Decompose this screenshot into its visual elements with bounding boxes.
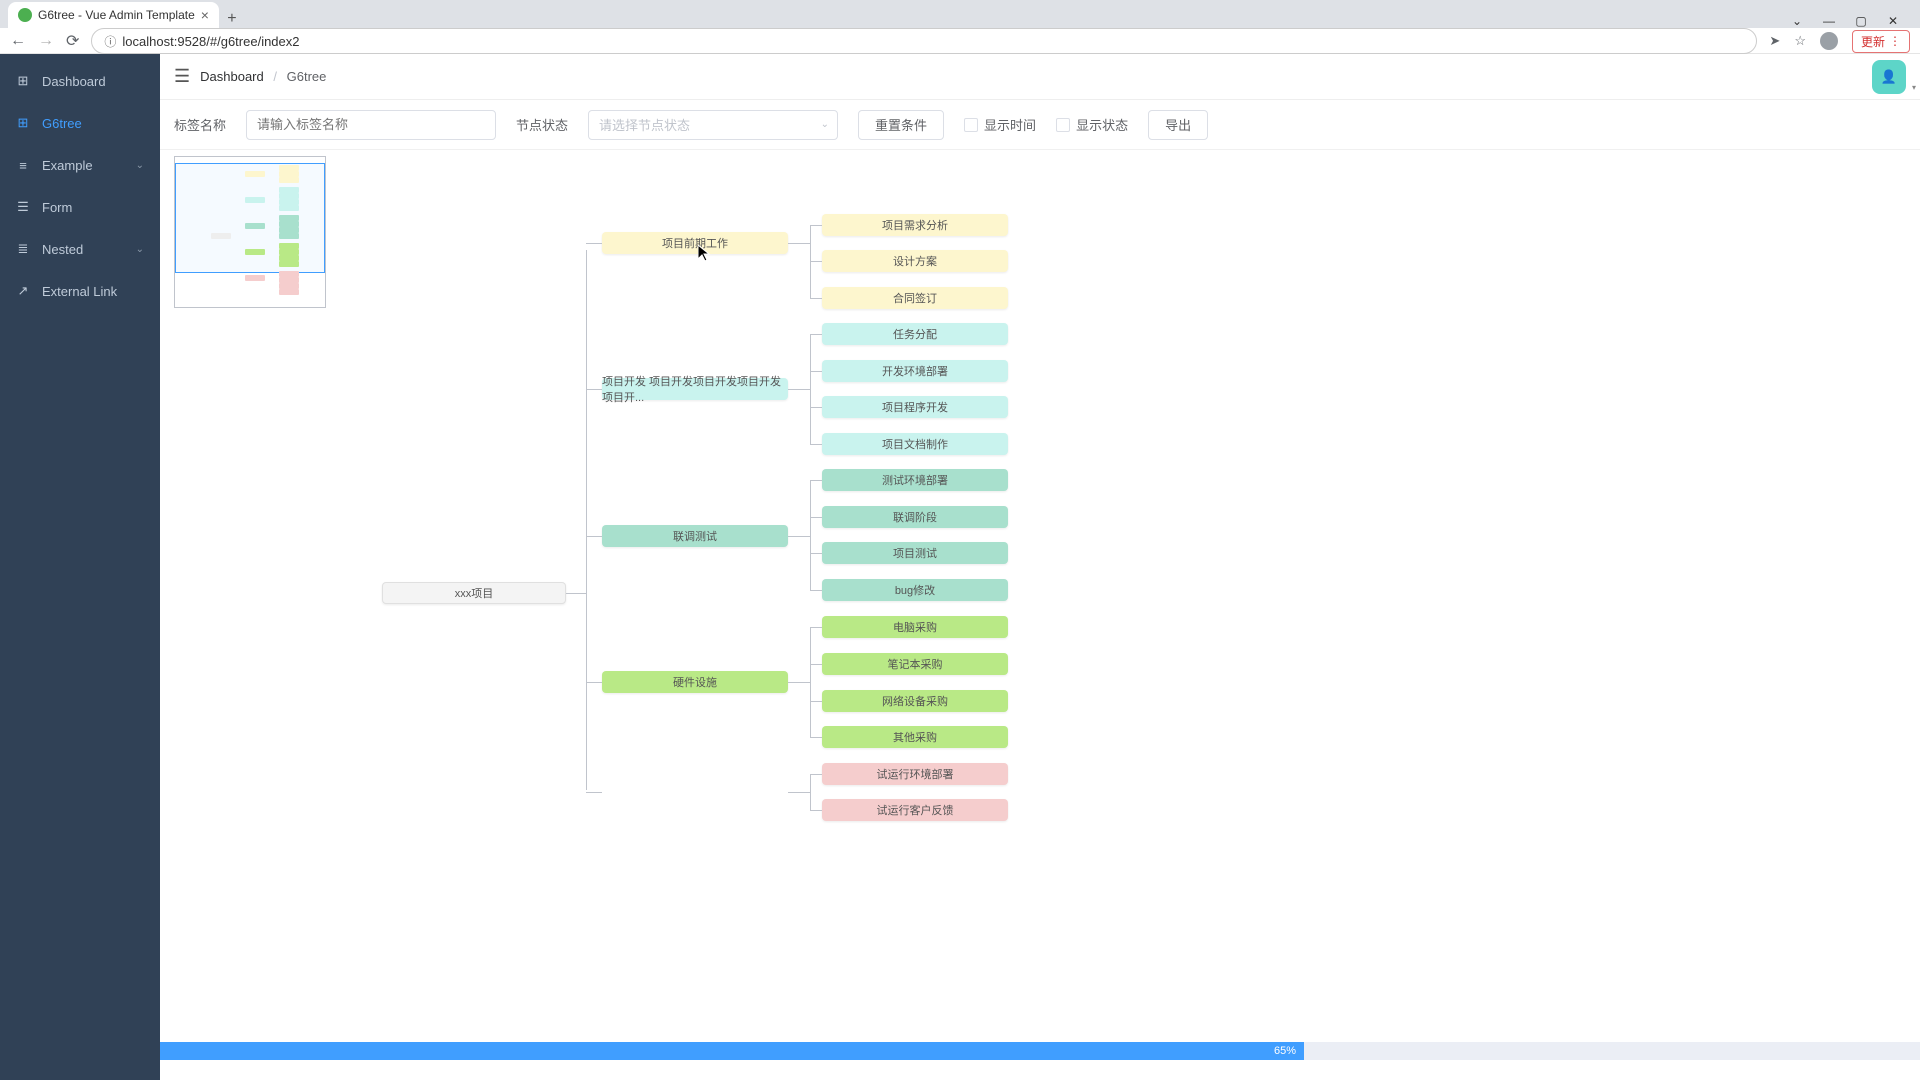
tree-node-level3[interactable]: 试运行客户反馈: [822, 799, 1008, 821]
minimap-viewport[interactable]: [175, 163, 325, 273]
status-select[interactable]: 请选择节点状态 ⌄: [588, 110, 838, 140]
sidebar-item-label: Nested: [42, 242, 83, 257]
external-link-icon: ↗: [16, 284, 30, 298]
tab-title: G6tree - Vue Admin Template: [38, 8, 195, 22]
send-icon[interactable]: ➤: [1769, 33, 1780, 49]
sidebar-item-label: External Link: [42, 284, 117, 299]
progress-text: 65%: [1274, 1042, 1296, 1060]
chevron-down-icon: ⌄: [136, 160, 144, 171]
label-name: 标签名称: [174, 115, 226, 134]
new-tab-button[interactable]: +: [219, 10, 245, 28]
tree-node-level3[interactable]: 联调阶段: [822, 506, 1008, 528]
chevron-down-icon[interactable]: ⌄: [1790, 14, 1804, 28]
nested-icon: ≣: [16, 242, 30, 256]
back-button[interactable]: ←: [10, 32, 26, 50]
breadcrumb-dashboard[interactable]: Dashboard: [200, 69, 264, 84]
sidebar-item-label: G6tree: [42, 116, 82, 131]
avatar[interactable]: 👤 ▾: [1872, 60, 1906, 94]
tree-node-level3[interactable]: 设计方案: [822, 250, 1008, 272]
sidebar-item-nested[interactable]: ≣ Nested ⌄: [0, 228, 160, 270]
label-status: 节点状态: [516, 115, 568, 134]
show-time-checkbox[interactable]: 显示时间: [964, 115, 1036, 134]
chevron-down-icon: ⌄: [136, 244, 144, 255]
sidebar-item-form[interactable]: ☰ Form: [0, 186, 160, 228]
menu-toggle-icon[interactable]: ☰: [174, 66, 190, 87]
minimize-icon[interactable]: —: [1822, 14, 1836, 28]
tree-node-level3[interactable]: 项目程序开发: [822, 396, 1008, 418]
tree-node-level2[interactable]: 联调测试: [602, 525, 788, 547]
address-bar[interactable]: ⓘ localhost:9528/#/g6tree/index2: [91, 28, 1757, 54]
tree-node-level3[interactable]: 任务分配: [822, 323, 1008, 345]
example-icon: ≡: [16, 158, 30, 172]
tree-node-level3[interactable]: bug修改: [822, 579, 1008, 601]
browser-tab[interactable]: G6tree - Vue Admin Template ×: [8, 2, 219, 28]
tree-node-level2[interactable]: 项目前期工作: [602, 232, 788, 254]
tree-node-level3[interactable]: 合同签订: [822, 287, 1008, 309]
tree-node-level3[interactable]: 测试环境部署: [822, 469, 1008, 491]
update-button[interactable]: 更新 ⋮: [1852, 30, 1910, 53]
export-button[interactable]: 导出: [1148, 110, 1208, 140]
minimap[interactable]: [174, 156, 326, 308]
user-icon: 👤: [1881, 69, 1897, 85]
breadcrumb-current: G6tree: [287, 69, 327, 84]
sidebar-item-label: Form: [42, 200, 72, 215]
tree-node-level3[interactable]: 项目文档制作: [822, 433, 1008, 455]
name-input[interactable]: [246, 110, 496, 140]
star-icon[interactable]: ☆: [1794, 33, 1806, 49]
progress-bar: 65%: [160, 1042, 1920, 1060]
sidebar-item-label: Example: [42, 158, 93, 173]
tree-node-level2[interactable]: 项目开发 项目开发项目开发项目开发项目开...: [602, 378, 788, 400]
sidebar-item-g6tree[interactable]: ⊞ G6tree: [0, 102, 160, 144]
form-icon: ☰: [16, 200, 30, 214]
favicon-icon: [18, 8, 32, 22]
tree-canvas[interactable]: xxx项目 项目前期工作项目开发 项目开发项目开发项目开发项目开... 联调测试硬…: [160, 150, 1920, 1080]
maximize-icon[interactable]: ▢: [1854, 14, 1868, 28]
sidebar-item-example[interactable]: ≡ Example ⌄: [0, 144, 160, 186]
tree-node-level2[interactable]: 硬件设施: [602, 671, 788, 693]
chevron-down-icon: ⌄: [821, 119, 829, 130]
tree-node-level3[interactable]: 项目测试: [822, 542, 1008, 564]
sidebar-item-dashboard[interactable]: ⊞ Dashboard: [0, 60, 160, 102]
sidebar-item-external-link[interactable]: ↗ External Link: [0, 270, 160, 312]
sidebar-item-label: Dashboard: [42, 74, 106, 89]
tree-node-level3[interactable]: 开发环境部署: [822, 360, 1008, 382]
tree-icon: ⊞: [16, 116, 30, 130]
forward-button[interactable]: →: [38, 32, 54, 50]
reset-button[interactable]: 重置条件: [858, 110, 944, 140]
tree-node-level3[interactable]: 试运行环境部署: [822, 763, 1008, 785]
close-window-icon[interactable]: ✕: [1886, 14, 1900, 28]
show-status-checkbox[interactable]: 显示状态: [1056, 115, 1128, 134]
caret-down-icon: ▾: [1912, 83, 1916, 92]
tree-node-level3[interactable]: 项目需求分析: [822, 214, 1008, 236]
reload-button[interactable]: ⟳: [66, 31, 79, 51]
tree-node-level3[interactable]: 其他采购: [822, 726, 1008, 748]
dashboard-icon: ⊞: [16, 74, 30, 88]
tree-node-level3[interactable]: 网络设备采购: [822, 690, 1008, 712]
info-icon: ⓘ: [104, 33, 116, 50]
tree-node-level3[interactable]: 电脑采购: [822, 616, 1008, 638]
tree-node-root[interactable]: xxx项目: [382, 582, 566, 604]
sidebar: ⊞ Dashboard ⊞ G6tree ≡ Example ⌄ ☰ Form …: [0, 54, 160, 1080]
breadcrumb: Dashboard / G6tree: [200, 69, 326, 84]
select-placeholder: 请选择节点状态: [599, 115, 690, 134]
tree-node-level3[interactable]: 笔记本采购: [822, 653, 1008, 675]
profile-icon[interactable]: [1820, 32, 1838, 50]
close-icon[interactable]: ×: [201, 7, 209, 23]
url-text: localhost:9528/#/g6tree/index2: [122, 34, 299, 49]
